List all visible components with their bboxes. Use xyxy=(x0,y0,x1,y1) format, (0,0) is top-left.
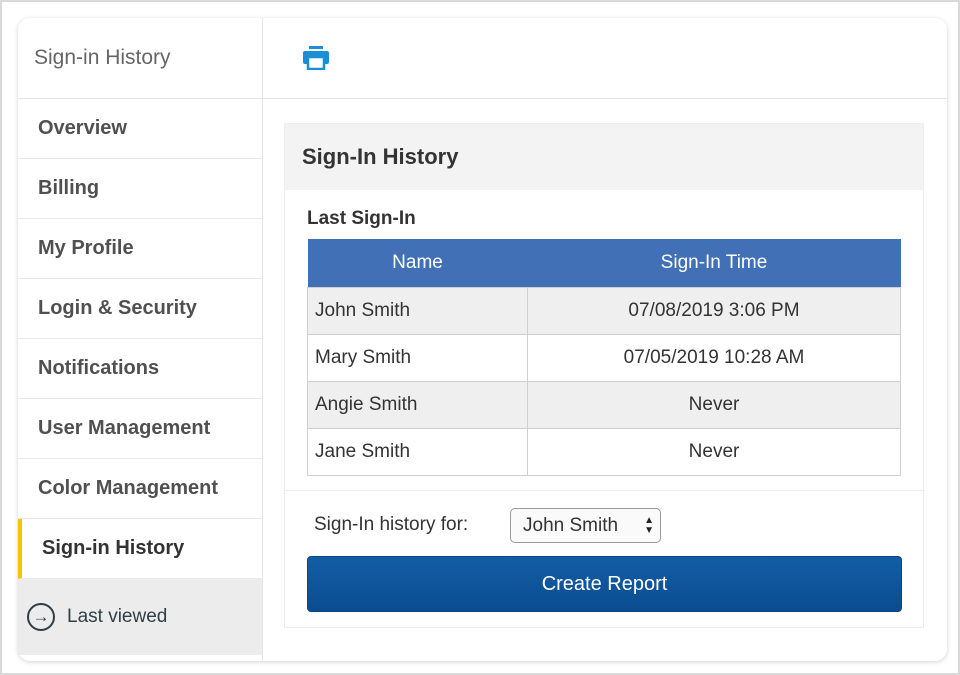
cell-name: Jane Smith xyxy=(307,427,528,476)
column-header-sign-in-time: Sign-In Time xyxy=(527,239,901,287)
cell-name: Mary Smith xyxy=(307,333,528,382)
topbar xyxy=(263,18,947,99)
cell-sign-in-time: 07/05/2019 10:28 AM xyxy=(527,333,901,382)
arrow-circle-right-icon: → xyxy=(27,603,55,631)
sidebar-item-color-management[interactable]: Color Management xyxy=(18,459,262,519)
column-header-name: Name xyxy=(307,239,528,287)
print-icon[interactable] xyxy=(303,46,329,70)
history-for-value: John Smith xyxy=(523,514,619,536)
sidebar-item-billing[interactable]: Billing xyxy=(18,159,262,219)
sidebar: Sign-in History Overview Billing My Prof… xyxy=(18,18,263,661)
panel-title: Sign-In History xyxy=(285,124,923,190)
history-for-select[interactable]: John Smith ▲ ▼ xyxy=(510,508,661,543)
cell-sign-in-time: Never xyxy=(527,380,901,429)
create-report-button[interactable]: Create Report xyxy=(307,556,902,612)
sidebar-item-login-security[interactable]: Login & Security xyxy=(18,279,262,339)
table-row: Angie Smith Never xyxy=(307,380,901,429)
window-frame: Sign-in History Overview Billing My Prof… xyxy=(0,0,960,675)
sidebar-item-sign-in-history[interactable]: Sign-in History xyxy=(18,519,262,579)
table-row: Mary Smith 07/05/2019 10:28 AM xyxy=(307,333,901,382)
divider xyxy=(285,490,925,491)
select-arrows-icon: ▲ ▼ xyxy=(644,515,654,536)
history-for-label: Sign-In history for: xyxy=(314,514,469,535)
sidebar-item-user-management[interactable]: User Management xyxy=(18,399,262,459)
sidebar-item-my-profile[interactable]: My Profile xyxy=(18,219,262,279)
cell-sign-in-time: 07/08/2019 3:06 PM xyxy=(527,286,901,335)
last-sign-in-heading: Last Sign-In xyxy=(307,208,416,229)
table-row: Jane Smith Never xyxy=(307,427,901,476)
sidebar-item-overview[interactable]: Overview xyxy=(18,99,262,159)
sidebar-item-notifications[interactable]: Notifications xyxy=(18,339,262,399)
sidebar-title: Sign-in History xyxy=(18,18,262,99)
last-viewed-label: Last viewed xyxy=(67,606,168,627)
last-viewed-button[interactable]: → Last viewed xyxy=(18,579,262,655)
cell-sign-in-time: Never xyxy=(527,427,901,476)
cell-name: John Smith xyxy=(307,286,528,335)
account-card: Sign-in History Overview Billing My Prof… xyxy=(18,18,947,661)
cell-name: Angie Smith xyxy=(307,380,528,429)
last-sign-in-table: Name Sign-In Time John Smith 07/08/2019 … xyxy=(307,239,901,476)
sign-in-history-panel: Sign-In History Last Sign-In Name Sign-I… xyxy=(284,123,925,628)
table-row: John Smith 07/08/2019 3:06 PM xyxy=(307,286,901,335)
table-header-row: Name Sign-In Time xyxy=(307,239,901,287)
